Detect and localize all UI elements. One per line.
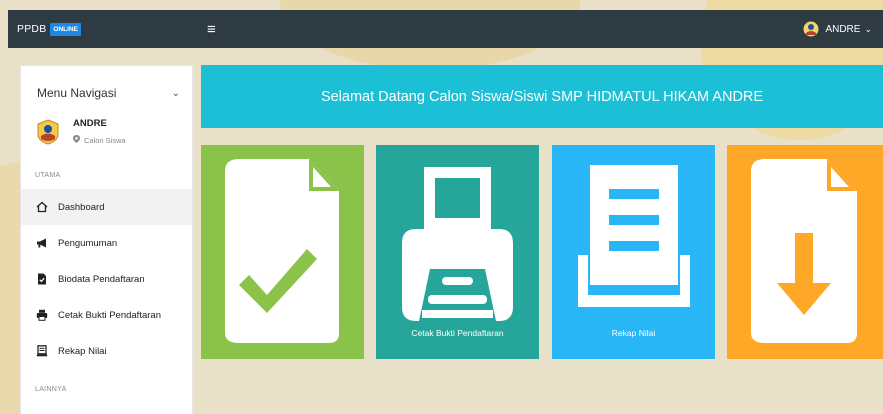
sidebar-item-label: Rekap Nilai — [58, 345, 107, 357]
sidebar-title: Menu Navigasi — [37, 86, 117, 100]
print-icon — [36, 309, 48, 321]
welcome-text: Selamat Datang Calon Siswa/Siswi SMP HID… — [320, 88, 764, 105]
tile-download-panduan[interactable]: Download Panduan — [727, 145, 883, 359]
profile-name: ANDRE — [73, 118, 107, 129]
tile-biodata-pendaftaran[interactable]: Biodata Pendaftaran — [201, 145, 364, 359]
sidebar-item-pengumuman[interactable]: Pengumuman — [21, 225, 192, 261]
print-icon — [402, 167, 513, 321]
sidebar-item-label: Pengumuman — [58, 237, 118, 249]
tile-label: Biodata Pendaftaran — [243, 328, 322, 338]
user-profile: ANDRE Calon Siswa — [21, 100, 192, 145]
hamburger-menu-icon[interactable]: ≡ — [207, 22, 216, 37]
sidebar-item-label: Dashboard — [58, 201, 105, 213]
tile-rekap-nilai[interactable]: Rekap Nilai — [552, 145, 715, 359]
user-name: ANDRE — [825, 23, 861, 35]
sidebar-nav: Dashboard Pengumuman Biodata Pendaftaran… — [21, 189, 192, 369]
section-label-lainnya: LAINNYA — [35, 386, 67, 393]
profile-role-text: Calon Siswa — [84, 135, 126, 145]
welcome-banner: Selamat Datang Calon Siswa/Siswi SMP HID… — [201, 65, 883, 128]
tile-cetak-bukti-pendaftaran[interactable]: Cetak Bukti Pendaftaran — [376, 145, 539, 359]
tile-label: Cetak Bukti Pendaftaran — [411, 328, 504, 338]
brand[interactable]: PPDB ONLINE — [8, 22, 205, 36]
dashboard-tiles: Biodata Pendaftaran Cetak Bukti Pendafta… — [201, 145, 883, 359]
sidebar-item-biodata-pendaftaran[interactable]: Biodata Pendaftaran — [21, 261, 192, 297]
sidebar-item-dashboard[interactable]: Dashboard — [21, 189, 192, 225]
sidebar: Menu Navigasi ⌄ ANDRE Calon Siswa UTAMA … — [20, 65, 193, 414]
profile-info: ANDRE Calon Siswa — [73, 118, 126, 145]
tile-label: Download Panduan — [767, 328, 843, 338]
file-download-icon — [751, 159, 857, 343]
chevron-down-icon[interactable]: ⌄ — [172, 88, 180, 99]
user-avatar-icon — [803, 21, 819, 37]
online-badge: ONLINE — [50, 22, 81, 36]
sidebar-item-cetak-bukti-pendaftaran[interactable]: Cetak Bukti Pendaftaran — [21, 297, 192, 333]
sidebar-item-label: Biodata Pendaftaran — [58, 273, 145, 285]
file-check-icon — [36, 273, 48, 285]
file-check-icon — [225, 159, 339, 343]
location-pin-icon — [73, 135, 80, 145]
list-icon — [36, 345, 48, 357]
avatar — [37, 118, 59, 145]
sidebar-item-label: Cetak Bukti Pendaftaran — [58, 309, 161, 321]
section-label-utama: UTAMA — [35, 172, 61, 179]
brand-name: PPDB — [17, 23, 47, 35]
profile-role: Calon Siswa — [73, 135, 126, 145]
tile-label: Rekap Nilai — [611, 328, 656, 338]
chevron-down-icon: ⌄ — [864, 23, 872, 34]
sidebar-header[interactable]: Menu Navigasi ⌄ — [21, 66, 192, 100]
user-menu[interactable]: ANDRE ⌄ — [803, 21, 883, 37]
home-icon — [36, 201, 48, 213]
sidebar-item-rekap-nilai[interactable]: Rekap Nilai — [21, 333, 192, 369]
file-list-icon — [578, 165, 690, 307]
top-navbar: PPDB ONLINE ≡ ANDRE ⌄ — [8, 10, 883, 48]
megaphone-icon — [36, 237, 48, 249]
